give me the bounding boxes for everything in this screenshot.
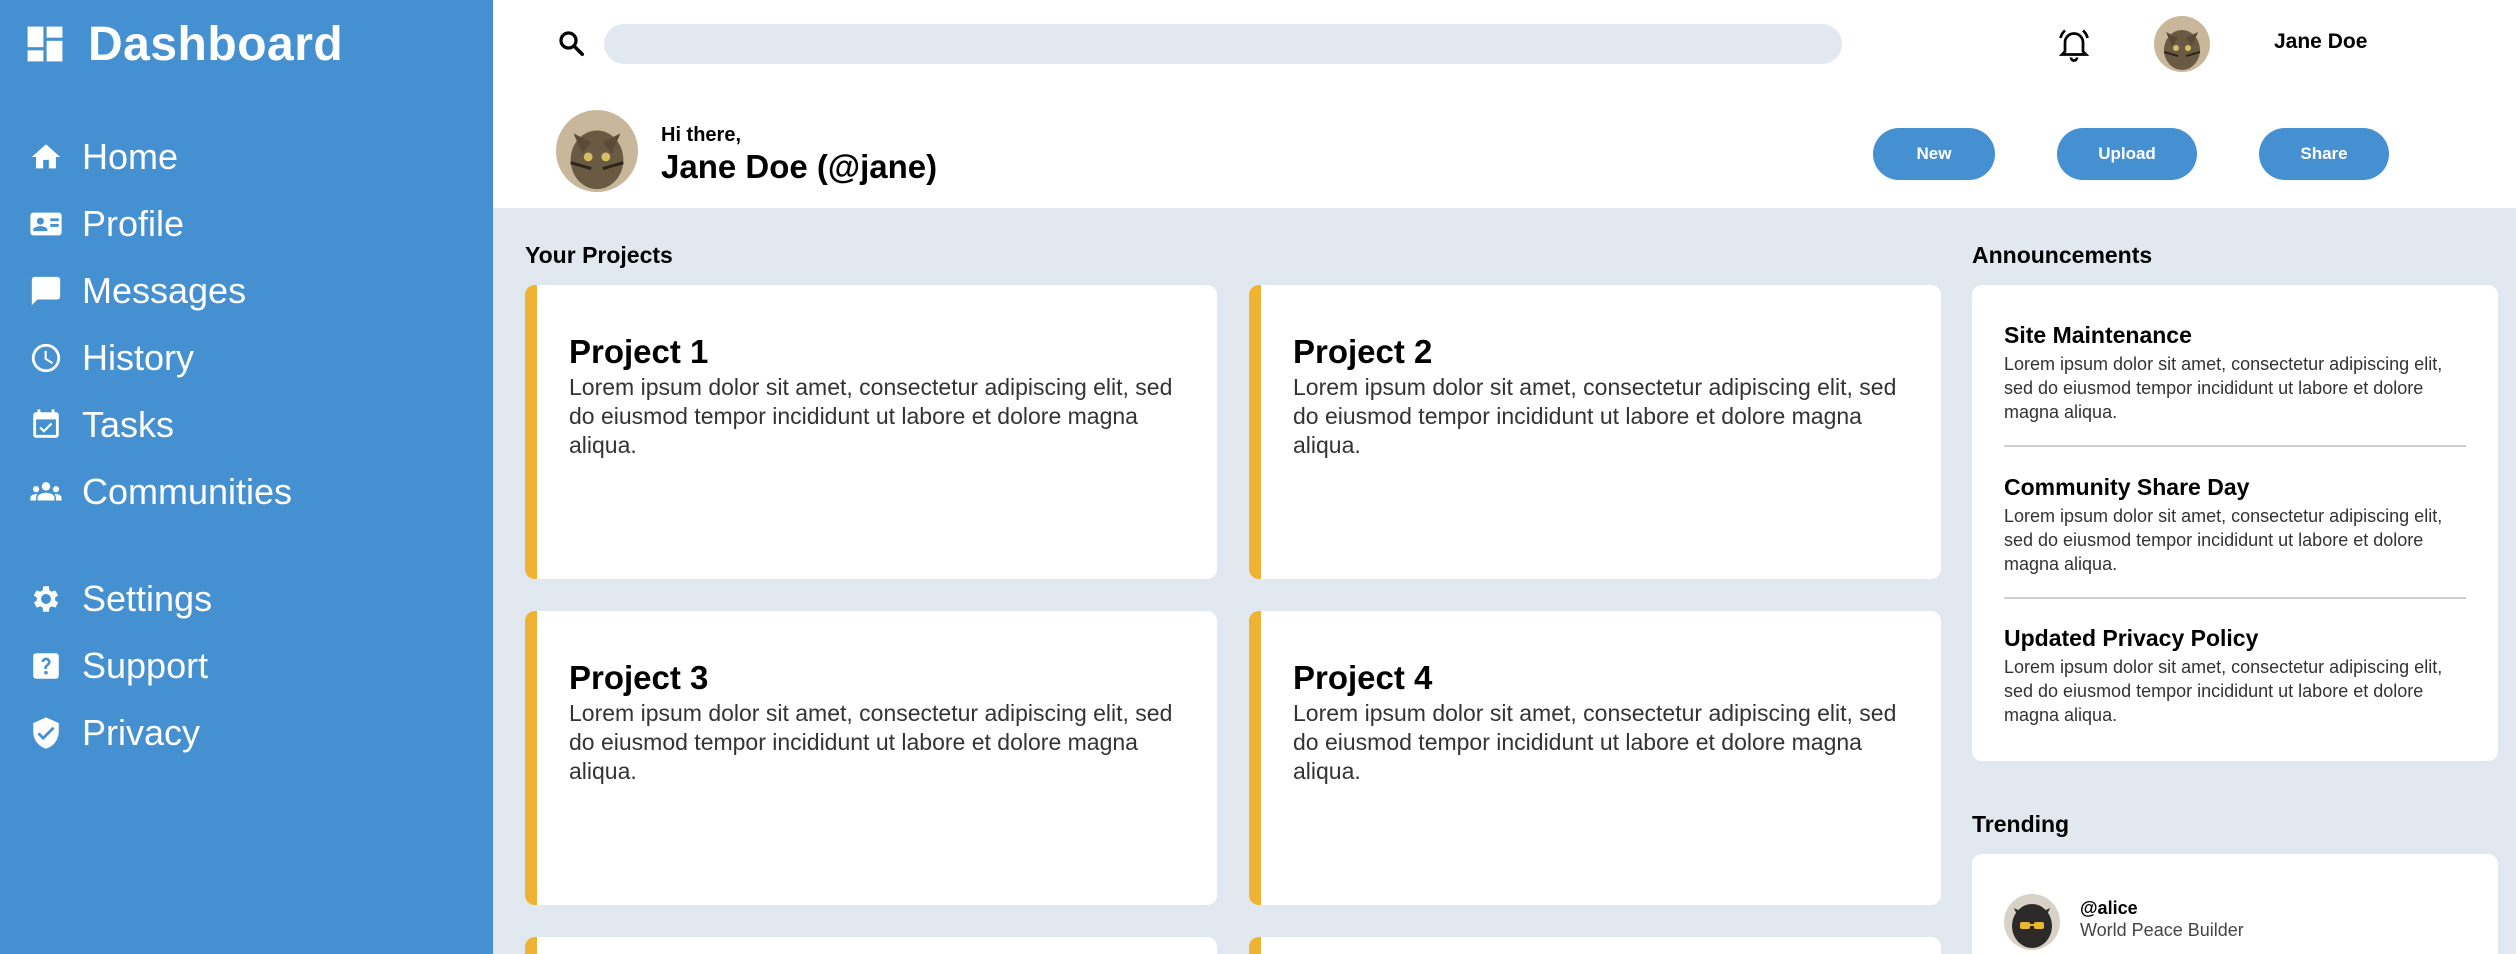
announcement-title: Community Share Day bbox=[2004, 474, 2250, 500]
project-card[interactable]: Project 2 Lorem ipsum dolor sit amet, co… bbox=[1249, 285, 1941, 579]
upload-button[interactable]: Upload bbox=[2057, 128, 2197, 180]
announcement-item[interactable]: Site Maintenance Lorem ipsum dolor sit a… bbox=[2004, 322, 2466, 424]
sidebar-item-label: Settings bbox=[82, 578, 213, 619]
sidebar-item-privacy[interactable]: Privacy bbox=[28, 705, 200, 761]
project-card[interactable] bbox=[1249, 937, 1941, 954]
sidebar-item-support[interactable]: Support bbox=[28, 638, 208, 694]
project-card[interactable] bbox=[525, 937, 1217, 954]
trending-panel: @alice World Peace Builder bbox=[1972, 854, 2498, 954]
sidebar-item-communities[interactable]: Communities bbox=[28, 464, 292, 520]
sidebar-item-label: Messages bbox=[82, 270, 247, 311]
sidebar-item-settings[interactable]: Settings bbox=[28, 571, 212, 627]
gear-icon bbox=[28, 581, 64, 617]
sidebar-item-profile[interactable]: Profile bbox=[28, 196, 184, 252]
dashboard-grid-icon bbox=[27, 26, 63, 62]
help-icon bbox=[28, 648, 64, 684]
notification-bell-icon[interactable] bbox=[2056, 26, 2092, 62]
trending-avatar[interactable] bbox=[2004, 894, 2060, 950]
username-label[interactable]: Jane Doe bbox=[2274, 30, 2367, 54]
project-description: Lorem ipsum dolor sit amet, consectetur … bbox=[1293, 700, 1897, 784]
trending-description: World Peace Builder bbox=[2080, 920, 2244, 940]
announcement-text: Lorem ipsum dolor sit amet, consectetur … bbox=[2004, 506, 2443, 574]
trending-heading: Trending bbox=[1972, 811, 2070, 837]
divider bbox=[2004, 597, 2466, 599]
announcements-heading: Announcements bbox=[1972, 242, 2153, 268]
home-icon bbox=[28, 139, 64, 175]
project-description: Lorem ipsum dolor sit amet, consectetur … bbox=[569, 374, 1173, 458]
people-icon bbox=[28, 474, 64, 510]
profile-avatar bbox=[556, 110, 638, 192]
sidebar-item-label: Profile bbox=[82, 203, 185, 244]
calendar-check-icon bbox=[28, 407, 64, 443]
project-title: Project 1 bbox=[569, 333, 709, 370]
divider bbox=[2004, 445, 2466, 447]
user-avatar[interactable] bbox=[2154, 16, 2210, 72]
greeting-text: Hi there, bbox=[661, 124, 742, 146]
announcement-item[interactable]: Updated Privacy Policy Lorem ipsum dolor… bbox=[2004, 625, 2466, 727]
sidebar-item-label: Tasks bbox=[82, 404, 175, 445]
project-card[interactable]: Project 4 Lorem ipsum dolor sit amet, co… bbox=[1249, 611, 1941, 905]
announcement-text: Lorem ipsum dolor sit amet, consectetur … bbox=[2004, 657, 2443, 725]
sidebar-item-history[interactable]: History bbox=[28, 330, 194, 386]
shield-icon bbox=[28, 715, 64, 751]
announcement-text: Lorem ipsum dolor sit amet, consectetur … bbox=[2004, 354, 2443, 422]
project-title: Project 2 bbox=[1293, 333, 1433, 370]
projects-heading: Your Projects bbox=[525, 242, 673, 268]
sidebar-item-label: Communities bbox=[82, 471, 293, 512]
sidebar-item-tasks[interactable]: Tasks bbox=[28, 397, 174, 453]
search-icon[interactable] bbox=[556, 28, 586, 58]
search-input[interactable] bbox=[604, 24, 1842, 64]
announcements-panel: Site Maintenance Lorem ipsum dolor sit a… bbox=[1972, 285, 2498, 761]
sidebar: Dashboard Home Profile Messages History … bbox=[0, 0, 493, 954]
announcement-title: Updated Privacy Policy bbox=[2004, 625, 2259, 651]
message-icon bbox=[28, 273, 64, 309]
sidebar-item-messages[interactable]: Messages bbox=[28, 263, 246, 319]
project-title: Project 4 bbox=[1293, 659, 1433, 696]
sidebar-item-home[interactable]: Home bbox=[28, 129, 178, 185]
clock-icon bbox=[28, 340, 64, 376]
project-description: Lorem ipsum dolor sit amet, consectetur … bbox=[1293, 374, 1897, 458]
announcement-item[interactable]: Community Share Day Lorem ipsum dolor si… bbox=[2004, 474, 2466, 576]
project-card[interactable]: Project 3 Lorem ipsum dolor sit amet, co… bbox=[525, 611, 1217, 905]
profile-card-icon bbox=[28, 206, 64, 242]
brand[interactable]: Dashboard bbox=[26, 14, 343, 74]
sidebar-item-label: Home bbox=[82, 136, 179, 177]
display-name: Jane Doe (@jane) bbox=[661, 148, 938, 185]
announcement-title: Site Maintenance bbox=[2004, 322, 2192, 348]
share-button[interactable]: Share bbox=[2259, 128, 2389, 180]
project-description: Lorem ipsum dolor sit amet, consectetur … bbox=[569, 700, 1173, 784]
trending-handle[interactable]: @alice bbox=[2080, 898, 2138, 919]
app-title: Dashboard bbox=[88, 17, 344, 71]
sidebar-item-label: History bbox=[82, 337, 195, 378]
sidebar-item-label: Support bbox=[82, 645, 209, 686]
sidebar-item-label: Privacy bbox=[82, 712, 201, 753]
project-title: Project 3 bbox=[569, 659, 709, 696]
project-card[interactable]: Project 1 Lorem ipsum dolor sit amet, co… bbox=[525, 285, 1217, 579]
new-button[interactable]: New bbox=[1873, 128, 1995, 180]
